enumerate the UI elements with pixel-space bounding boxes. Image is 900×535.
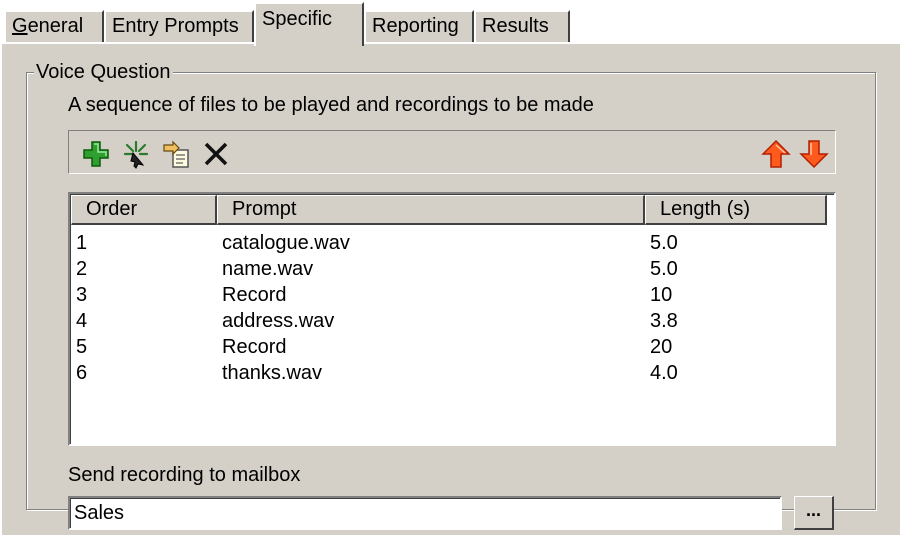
- tab-results[interactable]: Results: [474, 10, 570, 42]
- row-prompt: Record: [222, 284, 287, 306]
- row-order: 5: [76, 336, 88, 358]
- add-prompt-button[interactable]: [79, 137, 113, 171]
- row-prompt: catalogue.wav: [222, 232, 350, 254]
- move-up-button[interactable]: [759, 137, 793, 171]
- tab-general-label: eneral: [27, 15, 84, 37]
- group-description: A sequence of files to be played and rec…: [68, 94, 594, 116]
- row-prompt: Record: [222, 336, 287, 358]
- group-title: Voice Question: [34, 60, 173, 84]
- list-row[interactable]: 1 catalogue.wav 5.0: [70, 230, 834, 256]
- tab-reporting[interactable]: Reporting: [364, 10, 474, 42]
- row-length: 3.8: [650, 310, 678, 332]
- move-up-icon: [761, 139, 791, 168]
- row-length: 20: [650, 336, 673, 358]
- tab-results-label: Results: [482, 15, 549, 37]
- row-length: 5.0: [650, 258, 678, 280]
- delete-prompt-button[interactable]: [199, 137, 233, 171]
- row-length: 10: [650, 284, 673, 306]
- row-prompt: address.wav: [222, 310, 335, 332]
- column-header-prompt[interactable]: Prompt: [217, 195, 645, 225]
- list-header: Order Prompt Length (s): [71, 195, 834, 225]
- row-prompt: thanks.wav: [222, 362, 323, 384]
- row-prompt: name.wav: [222, 258, 314, 280]
- list-row[interactable]: 4 address.wav 3.8: [70, 308, 834, 334]
- row-order: 2: [76, 258, 88, 280]
- list-rows: 1 catalogue.wav 5.0 2 name.wav 5.0 3 Rec…: [70, 230, 834, 386]
- row-length: 4.0: [650, 362, 678, 384]
- row-order: 3: [76, 284, 88, 306]
- tab-specific[interactable]: Specific: [254, 2, 364, 46]
- new-recording-icon: [123, 140, 149, 169]
- tab-general-access-key: G: [12, 15, 28, 37]
- move-down-button[interactable]: [797, 137, 831, 171]
- row-length: 5.0: [650, 232, 678, 254]
- list-row[interactable]: 5 Record 20: [70, 334, 834, 360]
- tab-reporting-label: Reporting: [372, 15, 459, 37]
- add-recording-button[interactable]: [119, 137, 153, 171]
- mailbox-label: Send recording to mailbox: [68, 464, 301, 486]
- tab-entry-prompts[interactable]: Entry Prompts: [104, 10, 254, 42]
- column-header-order[interactable]: Order: [71, 195, 217, 225]
- tab-strip: General Entry Prompts Specific Reporting…: [0, 0, 900, 46]
- list-row[interactable]: 3 Record 10: [70, 282, 834, 308]
- row-order: 1: [76, 232, 88, 254]
- edit-icon: [163, 140, 189, 168]
- tab-entry-prompts-label: Entry Prompts: [112, 15, 239, 37]
- sequence-toolbar: [68, 130, 836, 174]
- mailbox-input[interactable]: [68, 496, 782, 530]
- tab-general[interactable]: General: [4, 10, 104, 42]
- row-order: 6: [76, 362, 88, 384]
- delete-icon: [204, 142, 228, 166]
- prompt-sequence-list[interactable]: Order Prompt Length (s) 1 catalogue.wav …: [68, 192, 836, 446]
- tab-panel: Voice Question A sequence of files to be…: [0, 42, 900, 535]
- edit-prompt-button[interactable]: [159, 137, 193, 171]
- tab-specific-label: Specific: [262, 8, 333, 30]
- browse-mailbox-button[interactable]: ...: [794, 496, 834, 530]
- list-row[interactable]: 6 thanks.wav 4.0: [70, 360, 834, 386]
- move-down-icon: [799, 140, 829, 169]
- list-row[interactable]: 2 name.wav 5.0: [70, 256, 834, 282]
- row-order: 4: [76, 310, 88, 332]
- column-header-length[interactable]: Length (s): [645, 195, 827, 225]
- add-icon: [83, 141, 109, 167]
